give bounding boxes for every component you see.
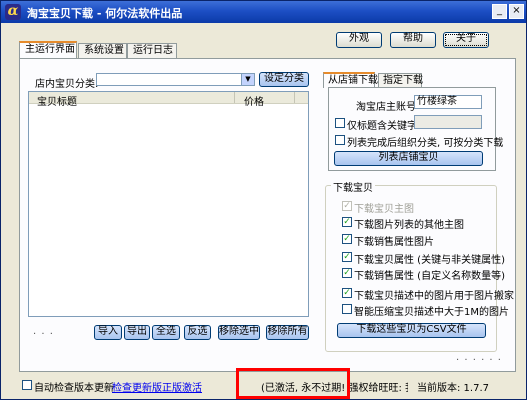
opt-main-image-checkbox: ✓ [342,201,352,211]
skin-button[interactable]: 外观 [336,32,382,48]
auto-update-label[interactable]: 自动检查版本更新 [34,379,114,394]
app-alpha-icon: α [5,4,21,20]
app-window: α 淘宝宝贝下载 - 何尔法软件出品 _ × 外观 帮助 关于 主运行界面 系统… [0,0,527,400]
opt-sku-images-checkbox[interactable]: ✓ [342,234,352,244]
import-button[interactable]: 导入 [94,325,122,340]
opt-desc-images-checkbox[interactable]: ✓ [342,288,352,298]
chevron-down-icon[interactable]: ▼ [241,74,254,85]
select-all-button[interactable]: 全选 [152,325,180,340]
group-checkbox-label[interactable]: 列表完成后组织分类, 可按分类下载 [347,134,503,149]
tab-specified-download[interactable]: 指定下载 [378,73,423,88]
title-bar: α 淘宝宝贝下载 - 何尔法软件出品 _ × [1,1,526,23]
group-checkbox[interactable] [335,135,345,145]
progress-dots-left: . . . [33,326,54,337]
item-list[interactable]: 宝贝标题 价格 [28,91,309,317]
opt-main-image-label: 下载宝贝主图 [354,204,414,215]
version-text: 当前版本: 1.7.7 [417,383,489,394]
account-label: 淘宝店主账号 [356,102,416,113]
remove-selected-button[interactable]: 移除选中 [218,325,260,340]
opt-other-images-checkbox[interactable]: ✓ [342,217,352,227]
progress-dots-right: . . . . . . [456,352,502,363]
tab-settings[interactable]: 系统设置 [78,43,127,59]
invert-selection-button[interactable]: 反选 [184,325,211,340]
opt-desc-images-label[interactable]: 下载宝贝描述中的图片用于图片搬家 [354,287,514,302]
column-divider[interactable] [234,92,235,103]
opt-item-attrs-checkbox[interactable]: ✓ [342,252,352,262]
category-label: 店内宝贝分类: [35,79,99,90]
close-button[interactable]: × [509,4,524,19]
tab-log[interactable]: 运行日志 [127,43,177,59]
opt-sku-attrs-checkbox[interactable]: ✓ [342,268,352,278]
opt-compress-checkbox[interactable] [342,304,352,314]
column-divider[interactable] [294,92,295,103]
check-update-link[interactable]: 检查更新版 [112,379,162,394]
auto-update-checkbox[interactable] [22,380,32,390]
tab-shop-download[interactable]: 从店铺下载 [323,72,378,88]
list-shop-items-button[interactable]: 列表店铺宝贝 [334,151,483,166]
category-select[interactable]: ▼ [96,73,255,86]
set-category-button[interactable]: 设定分类 [259,72,309,87]
column-header-price[interactable]: 价格 [244,93,264,108]
list-header: 宝贝标题 价格 [29,92,308,108]
keyword-checkbox[interactable] [335,118,345,128]
column-header-title[interactable]: 宝贝标题 [37,93,77,108]
opt-sku-attrs-label[interactable]: 下载销售属性 (自定义名称数量等) [354,267,505,282]
status-highlight-box [236,368,350,399]
keyword-checkbox-label[interactable]: 仅标题含关键字 [347,117,417,132]
about-button[interactable]: 关于 [443,32,489,48]
export-button[interactable]: 导出 [124,325,150,340]
activate-link[interactable]: 正版激活 [162,379,202,394]
keyword-input[interactable] [414,115,482,129]
download-csv-button[interactable]: 下载这些宝贝为CSV文件 [337,323,486,338]
opt-sku-images-label[interactable]: 下载销售属性图片 [354,233,434,248]
download-group-title: 下载宝贝 [331,179,375,194]
opt-compress-label[interactable]: 智能压缩宝贝描述中大于1M的图片 [354,303,509,318]
minimize-button[interactable]: _ [492,4,507,19]
opt-other-images-label[interactable]: 下载图片列表的其他主图 [354,216,464,231]
help-button[interactable]: 帮助 [390,32,436,48]
account-input[interactable]: 竹楼绿茶 [414,95,482,109]
window-title: 淘宝宝贝下载 - 何尔法软件出品 [27,7,183,20]
remove-all-button[interactable]: 移除所有 [266,325,309,340]
opt-item-attrs-label[interactable]: 下载宝贝属性 (关键与非关键属性) [354,251,505,266]
